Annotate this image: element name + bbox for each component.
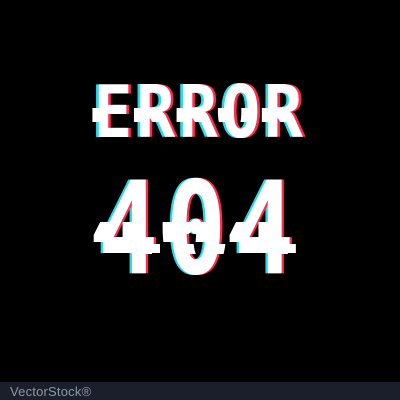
error-heading-slice-text: ERROR — [20, 108, 374, 122]
error-code-slice-text-upper: 404 — [44, 222, 347, 242]
error-code-slice-text-lower: 404 — [50, 244, 356, 254]
error-heading-glitch-slice: ERROR — [20, 108, 380, 122]
error-code-glitch-slice-upper: 404 — [44, 222, 356, 242]
error-404-graphic: ERROR ERROR ERROR ERROR 404 404 404 404 … — [0, 0, 400, 400]
error-code: 404 404 404 404 404 — [44, 160, 356, 300]
error-heading: ERROR ERROR ERROR ERROR — [20, 72, 380, 152]
watermark-bar: VectorStock® — [0, 382, 400, 400]
watermark-text: VectorStock® — [10, 384, 92, 399]
error-code-glitch-slice-lower: 404 — [44, 244, 356, 254]
